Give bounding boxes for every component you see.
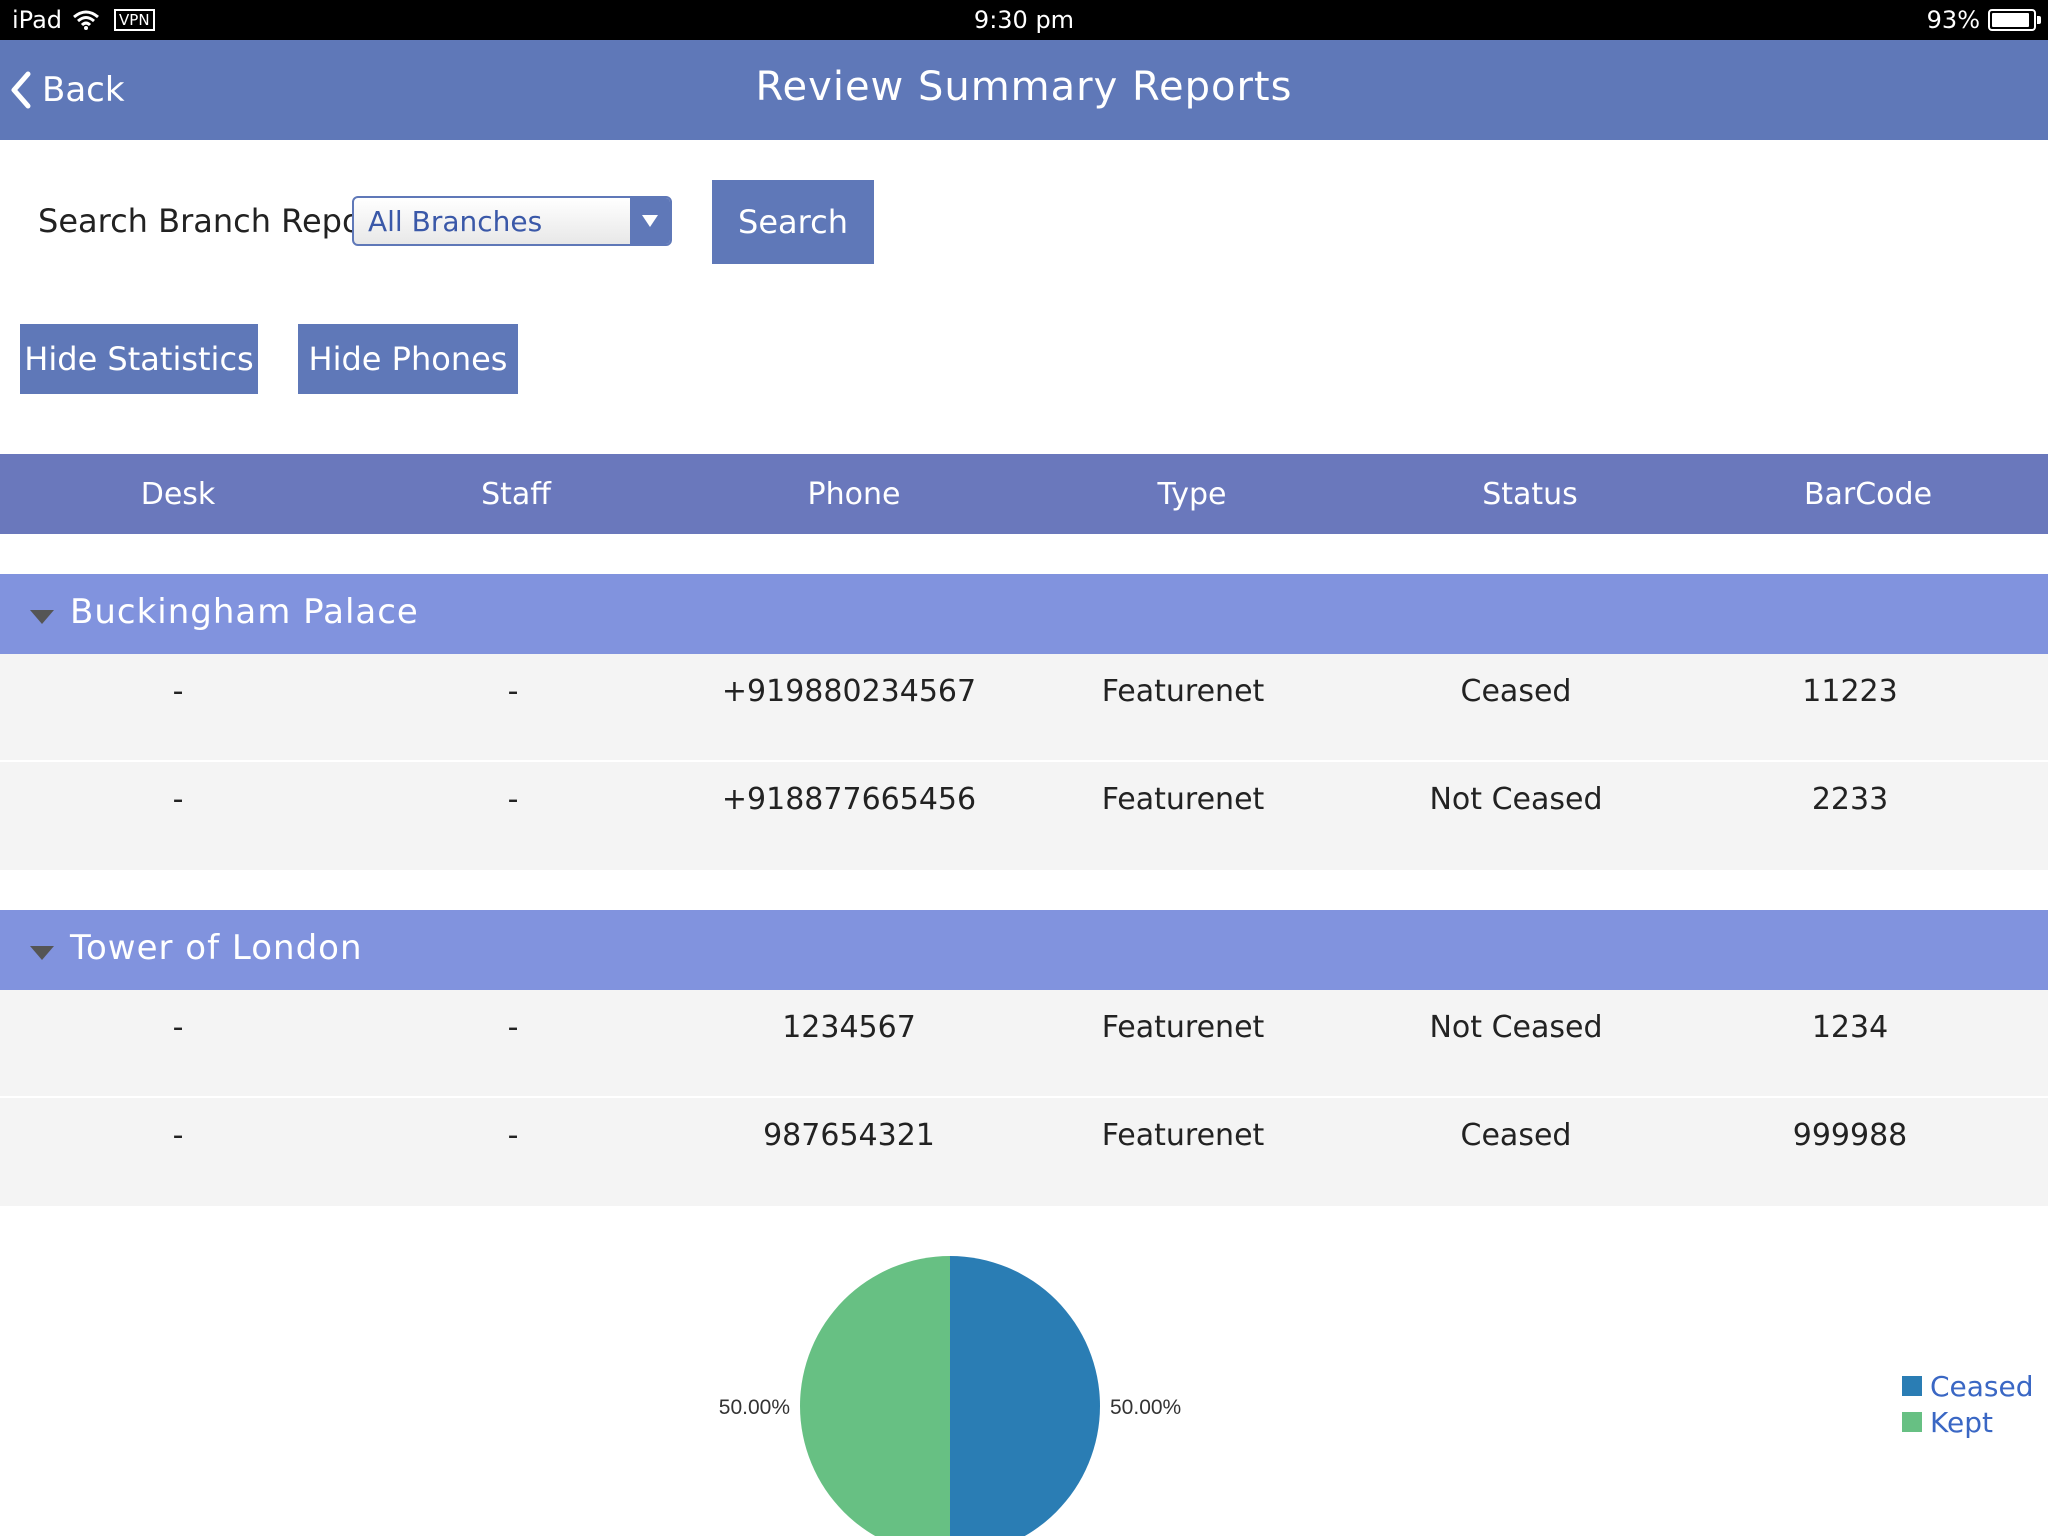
statistics-chart: 50.00% 50.00% Ceased Kept bbox=[0, 1200, 2048, 1536]
table-row[interactable]: - - 987654321 Featurenet Ceased 999988 bbox=[0, 1098, 2048, 1206]
cell-desk: - bbox=[172, 1009, 184, 1045]
group-header-buckingham-palace[interactable]: Buckingham Palace bbox=[0, 574, 2048, 654]
branch-select[interactable]: All Branches bbox=[352, 196, 672, 246]
cell-phone: +918877665456 bbox=[721, 781, 977, 817]
legend-swatch bbox=[1902, 1376, 1922, 1396]
pie-label-kept: 50.00% bbox=[719, 1396, 790, 1419]
cell-barcode: 11223 bbox=[1802, 673, 1898, 709]
battery-percent: 93% bbox=[1926, 6, 1980, 34]
cell-status: Ceased bbox=[1460, 1117, 1572, 1153]
page-title: Review Summary Reports bbox=[755, 64, 1293, 110]
cell-staff: - bbox=[507, 673, 519, 709]
cell-staff: - bbox=[507, 1117, 519, 1153]
status-right: 93% bbox=[1926, 6, 2041, 34]
hide-statistics-button[interactable]: Hide Statistics bbox=[20, 324, 258, 394]
table-header: Desk Staff Phone Type Status BarCode bbox=[0, 454, 2048, 534]
status-time: 9:30 pm bbox=[973, 6, 1075, 34]
pie-label-ceased: 50.00% bbox=[1110, 1396, 1181, 1419]
branch-select-value: All Branches bbox=[368, 204, 543, 238]
cell-desk: - bbox=[172, 1117, 184, 1153]
column-header-desk: Desk bbox=[140, 476, 216, 512]
legend-label: Ceased bbox=[1930, 1369, 2034, 1403]
select-arrow bbox=[630, 198, 670, 244]
cell-phone: 1234567 bbox=[782, 1009, 916, 1045]
cell-phone: 987654321 bbox=[763, 1117, 935, 1153]
column-header-type: Type bbox=[1157, 476, 1227, 512]
pie-slice-kept[interactable] bbox=[800, 1256, 950, 1536]
cell-barcode: 999988 bbox=[1792, 1117, 1908, 1153]
column-header-status: Status bbox=[1482, 476, 1578, 512]
table-row[interactable]: - - +919880234567 Featurenet Ceased 1122… bbox=[0, 654, 2048, 762]
cell-barcode: 2233 bbox=[1811, 781, 1889, 817]
hide-phones-button[interactable]: Hide Phones bbox=[298, 324, 518, 394]
battery-fill bbox=[1992, 13, 2030, 27]
cell-type: Featurenet bbox=[1101, 1009, 1265, 1045]
cell-phone: +919880234567 bbox=[721, 673, 977, 709]
triangle-down-icon bbox=[642, 215, 658, 227]
cell-type: Featurenet bbox=[1101, 1117, 1265, 1153]
table-row[interactable]: - - +918877665456 Featurenet Not Ceased … bbox=[0, 762, 2048, 870]
status-bar: iPad VPN 9:30 pm 93% bbox=[0, 0, 2048, 40]
legend-item-kept[interactable]: Kept bbox=[1902, 1404, 2034, 1440]
group-title: Buckingham Palace bbox=[70, 592, 419, 632]
column-header-barcode: BarCode bbox=[1803, 476, 1933, 512]
cell-type: Featurenet bbox=[1101, 673, 1265, 709]
legend-swatch bbox=[1902, 1412, 1922, 1432]
legend-label: Kept bbox=[1930, 1405, 1993, 1439]
cell-desk: - bbox=[172, 781, 184, 817]
pie-chart: 50.00% 50.00% bbox=[719, 1256, 1181, 1536]
cell-barcode: 1234 bbox=[1811, 1009, 1889, 1045]
caret-down-icon bbox=[30, 610, 54, 624]
column-header-staff: Staff bbox=[481, 476, 551, 512]
table-row[interactable]: - - 1234567 Featurenet Not Ceased 1234 bbox=[0, 990, 2048, 1098]
group-header-tower-of-london[interactable]: Tower of London bbox=[0, 910, 2048, 990]
pie-slice-ceased[interactable] bbox=[950, 1256, 1100, 1536]
cell-staff: - bbox=[507, 1009, 519, 1045]
cell-status: Ceased bbox=[1460, 673, 1572, 709]
search-button[interactable]: Search bbox=[712, 180, 874, 264]
cell-staff: - bbox=[507, 781, 519, 817]
column-header-phone: Phone bbox=[807, 476, 901, 512]
cell-status: Not Ceased bbox=[1429, 781, 1603, 817]
battery-icon bbox=[1988, 9, 2041, 31]
group-title: Tower of London bbox=[70, 928, 363, 968]
nav-bar: Back Review Summary Reports bbox=[0, 40, 2048, 140]
chart-legend: Ceased Kept bbox=[1902, 1368, 2034, 1440]
cell-type: Featurenet bbox=[1101, 781, 1265, 817]
cell-desk: - bbox=[172, 673, 184, 709]
cell-status: Not Ceased bbox=[1429, 1009, 1603, 1045]
caret-down-icon bbox=[30, 946, 54, 960]
legend-item-ceased[interactable]: Ceased bbox=[1902, 1368, 2034, 1404]
search-branch-label: Search Branch Report bbox=[38, 202, 388, 240]
